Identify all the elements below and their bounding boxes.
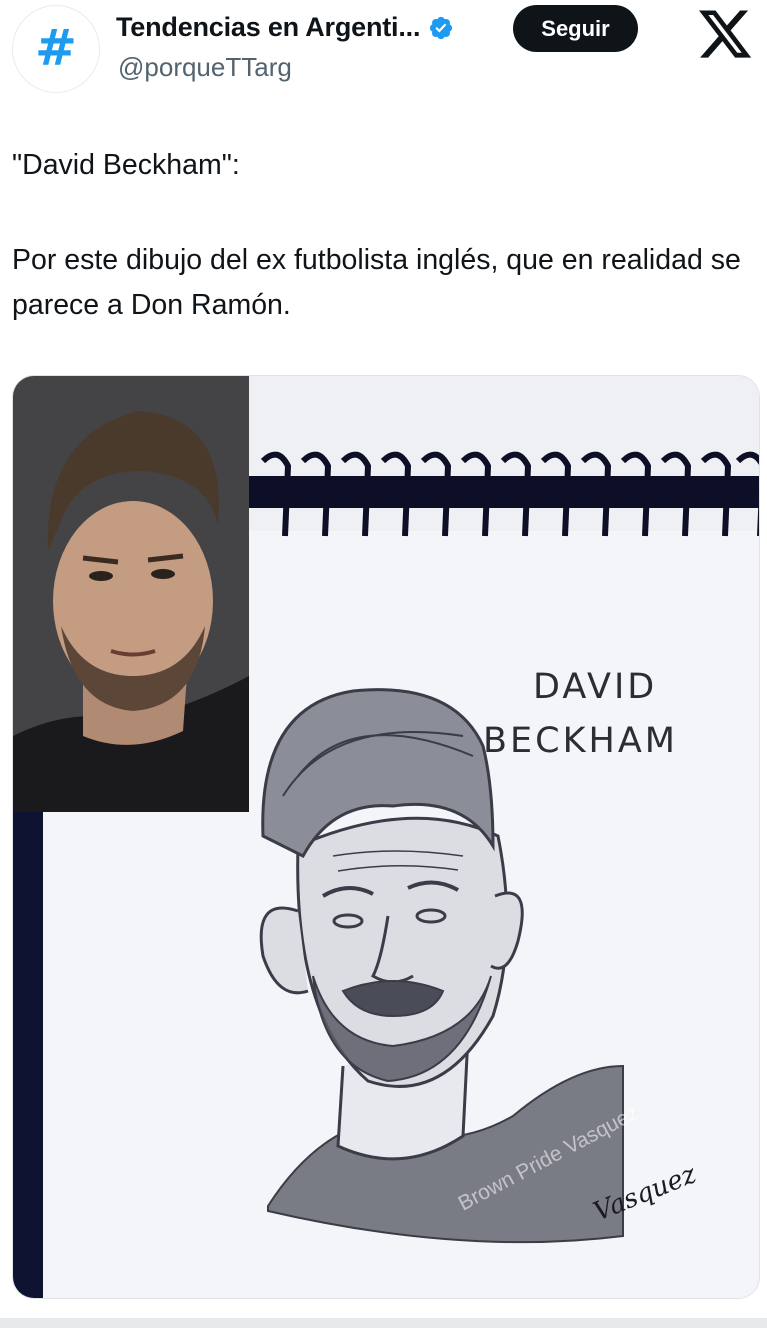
name-row: Tendencias en Argenti... (116, 12, 454, 43)
account-avatar[interactable]: # (12, 5, 100, 93)
tweet-header: # Tendencias en Argenti... @porqueTTarg … (0, 0, 767, 100)
hashtag-icon: # (35, 19, 77, 77)
tweet-text-body: Por este dibujo del ex futbolista inglés… (12, 244, 741, 321)
dark-page-edge (13, 806, 43, 1298)
reference-photo (13, 376, 249, 812)
follow-button[interactable]: Seguir (513, 5, 638, 52)
media-composite: DAVID BECKHAM Brown Pride Vasquez Vasque… (13, 376, 759, 1298)
display-name[interactable]: Tendencias en Argenti... (116, 12, 420, 43)
tweet-media-image[interactable]: DAVID BECKHAM Brown Pride Vasquez Vasque… (12, 375, 760, 1299)
bottom-divider (0, 1318, 767, 1328)
verified-badge-icon (430, 16, 453, 39)
drawing-label-last: BECKHAM (483, 721, 678, 761)
x-logo-icon[interactable] (696, 5, 754, 63)
tweet-text-title: "David Beckham": (12, 149, 240, 181)
account-handle[interactable]: @porqueTTarg (118, 52, 292, 83)
drawing-label-first: DAVID (533, 667, 657, 707)
